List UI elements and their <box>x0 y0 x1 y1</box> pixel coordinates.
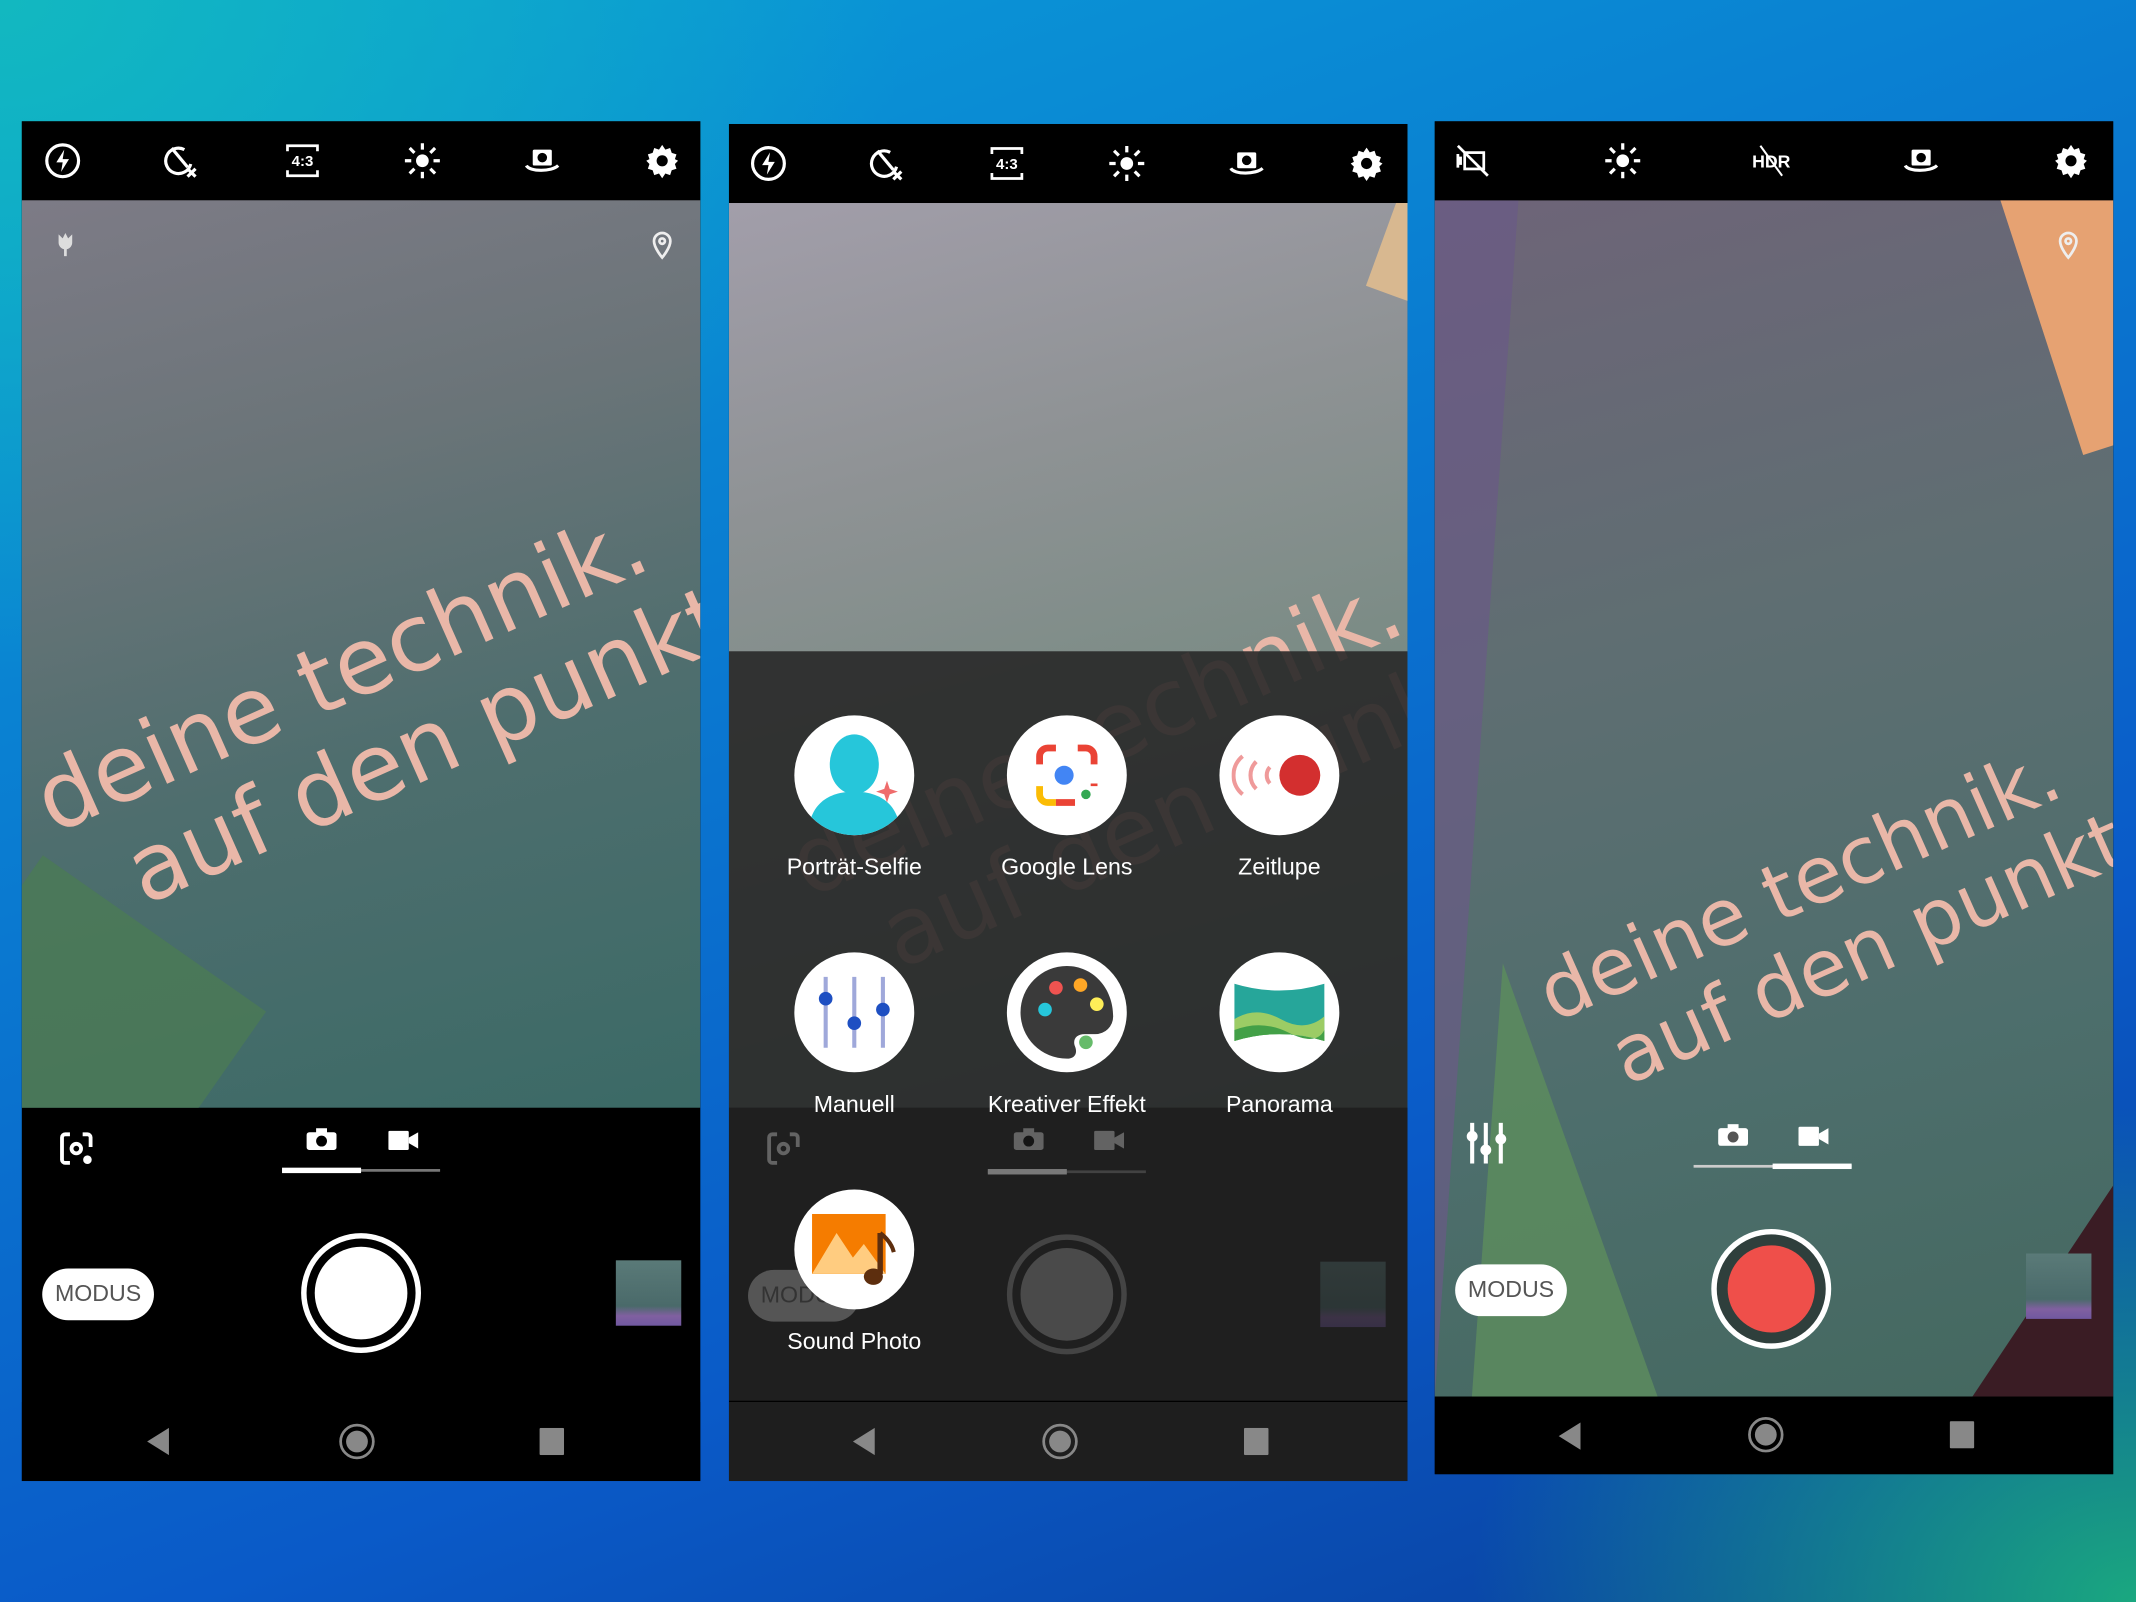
mode-panorama[interactable]: Panorama <box>1184 952 1375 1118</box>
location-pin-icon <box>2052 228 2085 261</box>
exposure-icon[interactable] <box>403 142 441 180</box>
sound-photo-icon <box>794 1189 915 1310</box>
mode-slow-motion[interactable]: Zeitlupe <box>1184 715 1375 881</box>
portrait-selfie-icon <box>794 715 915 836</box>
aspect-ratio-icon[interactable]: 4:3 <box>283 142 321 180</box>
slogan-text: deine technik. auf den punkt <box>22 475 701 947</box>
tab-photo[interactable] <box>306 1128 337 1150</box>
mode-label: Kreativer Effekt <box>987 1091 1146 1118</box>
settings-icon[interactable] <box>643 142 681 180</box>
svg-text:4:3: 4:3 <box>292 153 314 170</box>
mode-sound-photo[interactable]: Sound Photo <box>759 1189 950 1355</box>
mode-label: Porträt-Selfie <box>786 854 922 881</box>
hdr-off-icon[interactable]: HDR <box>1747 142 1796 180</box>
aspect-ratio-icon[interactable]: 4:3 <box>988 144 1026 182</box>
flash-auto-icon[interactable] <box>44 142 82 180</box>
nav-recents-icon[interactable] <box>1243 1427 1269 1456</box>
nav-back-icon[interactable] <box>850 1427 877 1457</box>
camera-viewfinder[interactable]: deine technik. auf den punkt <box>21 200 701 1108</box>
location-pin-icon <box>646 228 679 261</box>
flash-auto-icon[interactable] <box>749 144 787 182</box>
switch-camera-icon[interactable] <box>1228 144 1266 182</box>
mode-creative-effect[interactable]: Kreativer Effekt <box>971 952 1162 1118</box>
google-lens-icon <box>1006 715 1127 836</box>
gallery-thumbnail[interactable] <box>2026 1253 2092 1319</box>
mode-label: Manuell <box>813 1091 895 1118</box>
camera-screen-video: deine technik. auf den punkt. HDR MODUS <box>1434 121 2114 1475</box>
gallery-thumbnail[interactable] <box>615 1260 682 1326</box>
mode-label: Panorama <box>1225 1091 1333 1118</box>
timer-off-icon[interactable] <box>162 142 200 180</box>
tab-photo <box>1013 1128 1044 1150</box>
nav-back-icon[interactable] <box>144 1427 171 1457</box>
mode-label: Google Lens <box>1001 854 1133 881</box>
mode-label: Sound Photo <box>787 1328 922 1355</box>
nav-recents-icon[interactable] <box>1949 1421 1975 1449</box>
nav-home-icon[interactable] <box>1041 1422 1079 1460</box>
system-nav-bar <box>728 1402 1408 1482</box>
mode-google-lens[interactable]: Google Lens <box>971 715 1162 881</box>
manual-sliders-icon <box>794 952 915 1073</box>
google-lens-shortcut-icon <box>764 1130 802 1168</box>
tab-video[interactable] <box>1798 1125 1829 1147</box>
shutter-button <box>1006 1234 1127 1355</box>
video-stabilization-off-icon[interactable] <box>1454 142 1492 180</box>
slogan-text: deine technik. auf den punkt. <box>1524 708 2113 1118</box>
switch-camera-icon[interactable] <box>1902 142 1940 180</box>
camera-screen-photo: 4:3 deine technik. auf den punkt MODUS <box>21 121 701 1482</box>
camera-viewfinder[interactable]: deine technik. auf den punkt. <box>1434 200 2114 1397</box>
palette-icon <box>1006 952 1127 1073</box>
camera-screen-mode-menu: 4:3 deine technik. auf den punkt MODUS P… <box>728 123 1408 1482</box>
top-toolbar: 4:3 <box>21 121 701 201</box>
system-nav-bar <box>21 1402 701 1482</box>
top-toolbar: HDR <box>1434 121 2114 201</box>
gallery-thumbnail <box>1320 1261 1386 1328</box>
mode-manual[interactable]: Manuell <box>759 952 950 1118</box>
mode-button[interactable]: MODUS <box>42 1268 154 1321</box>
mode-tab-indicator <box>987 1169 1146 1175</box>
svg-text:4:3: 4:3 <box>996 156 1018 173</box>
top-toolbar: 4:3 <box>728 123 1408 204</box>
tab-video[interactable] <box>388 1130 419 1152</box>
nav-recents-icon[interactable] <box>539 1427 565 1456</box>
mode-tab-indicator <box>282 1167 441 1174</box>
macro-tulip-icon <box>49 228 82 261</box>
mode-button[interactable]: MODUS <box>1455 1264 1567 1317</box>
exposure-icon[interactable] <box>1604 142 1642 180</box>
switch-camera-icon[interactable] <box>523 142 561 180</box>
mode-portrait-selfie[interactable]: Porträt-Selfie <box>759 715 950 881</box>
exposure-icon[interactable] <box>1108 144 1146 182</box>
nav-home-icon[interactable] <box>1747 1416 1785 1454</box>
panorama-icon <box>1219 952 1340 1073</box>
settings-icon[interactable] <box>1348 144 1386 182</box>
settings-icon[interactable] <box>2052 142 2090 180</box>
timer-off-icon[interactable] <box>868 144 906 182</box>
google-lens-shortcut-icon[interactable] <box>57 1130 95 1168</box>
nav-back-icon[interactable] <box>1556 1421 1583 1451</box>
manual-controls-icon[interactable] <box>1465 1122 1509 1164</box>
nav-home-icon[interactable] <box>338 1422 376 1460</box>
mode-label: Zeitlupe <box>1238 854 1321 881</box>
mode-tab-indicator <box>1693 1163 1852 1170</box>
slow-motion-icon <box>1219 715 1340 836</box>
shutter-button[interactable] <box>301 1233 422 1353</box>
tab-video <box>1094 1130 1125 1152</box>
record-button[interactable] <box>1711 1228 1832 1349</box>
system-nav-bar <box>1434 1396 2114 1475</box>
tab-photo[interactable] <box>1718 1124 1749 1146</box>
